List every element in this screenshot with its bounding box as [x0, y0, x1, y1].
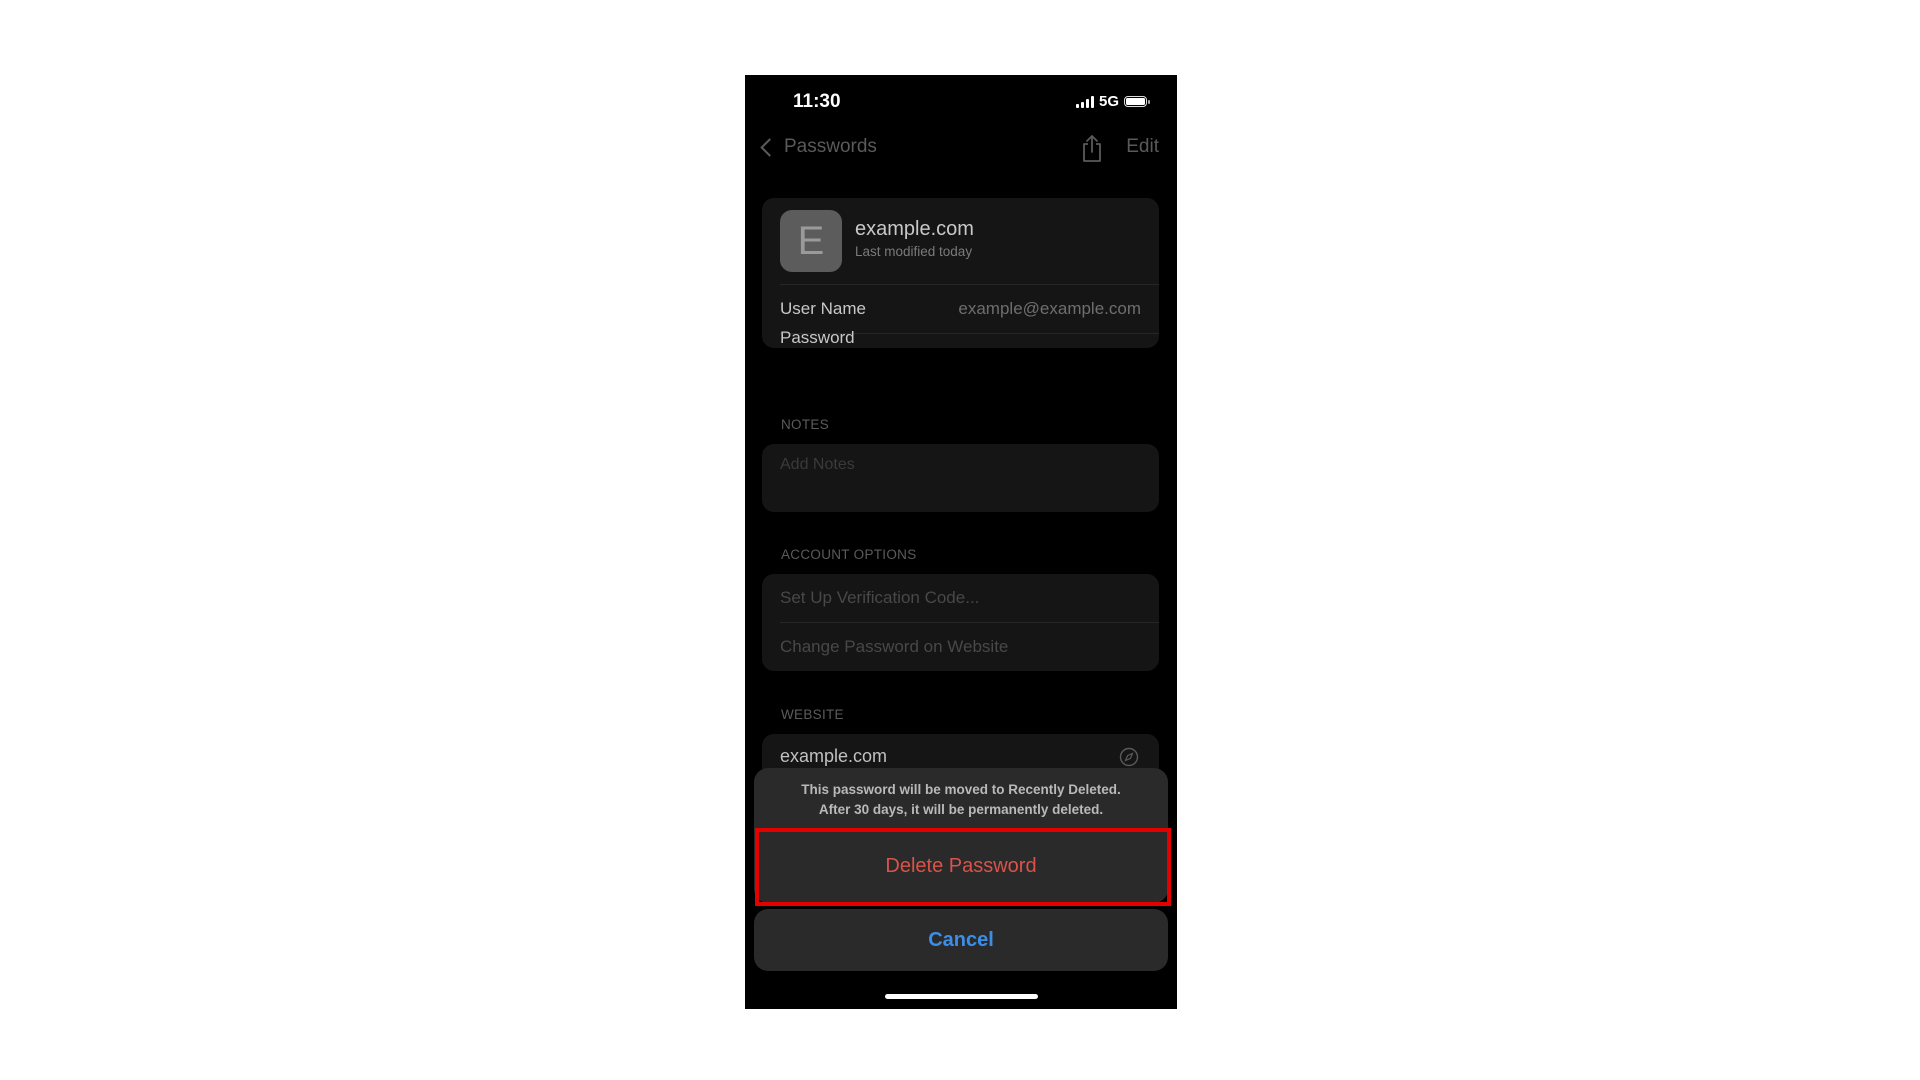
message-line-1: This password will be moved to Recently …: [801, 782, 1121, 797]
account-options-header: ACCOUNT OPTIONS: [781, 547, 917, 562]
home-indicator[interactable]: [885, 994, 1038, 999]
cellular-signal-icon: [1075, 95, 1094, 108]
website-value: example.com: [780, 746, 888, 766]
password-label: Password: [780, 328, 855, 347]
battery-icon: [1124, 96, 1150, 107]
network-type: 5G: [1098, 93, 1119, 110]
back-button[interactable]: Passwords: [757, 125, 877, 169]
account-options-card: Set Up Verification Code... Change Passw…: [762, 574, 1159, 671]
website-header: WEBSITE: [781, 707, 844, 722]
change-password-label: Change Password on Website: [780, 637, 1009, 656]
status-time: 11:30: [793, 91, 841, 112]
setup-verification-code-item[interactable]: Set Up Verification Code...: [780, 574, 1159, 622]
navigation-bar: Passwords Edit: [745, 125, 1177, 169]
message-line-2: After 30 days, it will be permanently de…: [818, 802, 1104, 817]
notes-placeholder: Add Notes: [780, 456, 855, 473]
chevron-left-icon: [760, 137, 779, 157]
action-sheet-message: This password will be moved to Recently …: [754, 780, 1168, 820]
cancel-button[interactable]: Cancel: [754, 909, 1168, 971]
password-row[interactable]: Password: [780, 314, 1159, 362]
phone-screen: 11:30 5G Passwords Edit E example.com La…: [745, 75, 1177, 1009]
highlight-box: [755, 828, 1171, 906]
compass-icon[interactable]: [1119, 747, 1139, 767]
site-title: example.com: [855, 218, 974, 240]
share-icon[interactable]: [1079, 133, 1105, 163]
account-card: E example.com Last modified today User N…: [762, 198, 1159, 348]
site-icon: E: [780, 210, 842, 272]
notes-header: NOTES: [781, 417, 830, 432]
notes-field[interactable]: Add Notes: [762, 444, 1159, 512]
last-modified: Last modified today: [855, 244, 973, 259]
back-label: Passwords: [784, 136, 877, 157]
status-indicators: 5G: [1075, 93, 1150, 110]
edit-button[interactable]: Edit: [1126, 125, 1159, 169]
setup-verification-code-label: Set Up Verification Code...: [780, 588, 980, 607]
change-password-item[interactable]: Change Password on Website: [780, 623, 1159, 671]
